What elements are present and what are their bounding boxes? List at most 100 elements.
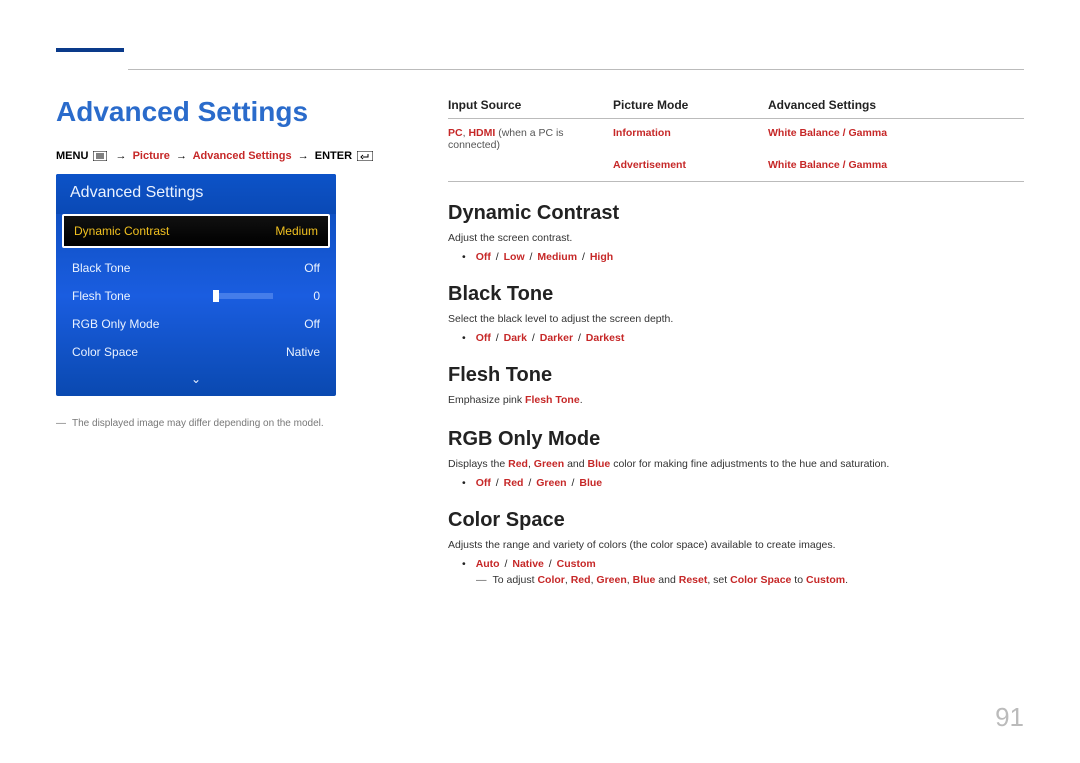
path-advanced: Advanced Settings xyxy=(193,150,292,162)
menu-icon xyxy=(93,151,107,161)
tv-item-label: RGB Only Mode xyxy=(72,317,159,331)
text-wb-gamma: White Balance / Gamma xyxy=(768,127,887,139)
section-flesh-tone: Flesh Tone Emphasize pink Flesh Tone. xyxy=(448,364,1024,409)
section-heading: Flesh Tone xyxy=(448,364,1024,387)
tv-item-label: Flesh Tone xyxy=(72,289,130,303)
text: , set xyxy=(707,574,730,586)
opt: Darkest xyxy=(586,332,625,344)
section-heading: Color Space xyxy=(448,509,1024,532)
divider xyxy=(448,181,1024,182)
tv-item-label: Color Space xyxy=(72,345,138,359)
opt: High xyxy=(590,251,613,263)
text: to xyxy=(791,574,806,586)
text-red: Blue xyxy=(588,458,611,470)
text-advertisement: Advertisement xyxy=(613,159,686,171)
arrow-icon: → xyxy=(116,150,127,162)
tv-menu-item-black-tone[interactable]: Black Tone Off xyxy=(56,254,336,282)
tv-item-value: Medium xyxy=(275,224,318,238)
tv-item-label: Dynamic Contrast xyxy=(74,224,169,238)
section-heading: Black Tone xyxy=(448,283,1024,306)
tv-item-value: Off xyxy=(304,317,320,331)
right-column: Input Source Picture Mode Advanced Setti… xyxy=(448,98,1024,586)
section-heading: RGB Only Mode xyxy=(448,428,1024,451)
footnote-label: The displayed image may differ depending… xyxy=(72,418,324,429)
footnote-text: ―The displayed image may differ dependin… xyxy=(56,418,416,429)
opt: Dark xyxy=(504,332,527,344)
text-hdmi: HDMI xyxy=(468,127,495,139)
note-text: ―To adjust Color, Red, Green, Blue and R… xyxy=(448,574,1024,586)
cell-empty xyxy=(448,151,613,171)
col-header-input-source: Input Source xyxy=(448,98,613,118)
opt: Off xyxy=(476,332,491,344)
chapter-marker xyxy=(56,48,124,52)
col-header-advanced-settings: Advanced Settings xyxy=(768,98,1024,118)
text-red: Flesh Tone xyxy=(525,394,580,406)
text-information: Information xyxy=(613,127,671,139)
opt: Off xyxy=(476,477,491,489)
section-desc: Emphasize pink Flesh Tone. xyxy=(448,393,1024,409)
option-list: Off / Low / Medium / High xyxy=(448,251,1024,263)
section-desc: Select the black level to adjust the scr… xyxy=(448,312,1024,328)
info-table: Input Source Picture Mode Advanced Setti… xyxy=(448,98,1024,182)
text-red: Custom xyxy=(806,574,845,586)
opt: Off xyxy=(476,251,491,263)
section-heading: Dynamic Contrast xyxy=(448,202,1024,225)
opt: Auto xyxy=(476,558,500,570)
section-desc: Displays the Red, Green and Blue color f… xyxy=(448,457,1024,473)
text-wb-gamma-2: White Balance / Gamma xyxy=(768,159,887,171)
tv-item-value: Native xyxy=(286,345,320,359)
text-red: Green xyxy=(534,458,564,470)
opt: Native xyxy=(512,558,544,570)
opt: Custom xyxy=(557,558,596,570)
text-red: Red xyxy=(508,458,528,470)
section-desc: Adjusts the range and variety of colors … xyxy=(448,538,1024,554)
cell-picture-mode-2: Advertisement xyxy=(613,151,768,171)
section-black-tone: Black Tone Select the black level to adj… xyxy=(448,283,1024,344)
chevron-down-icon: ⌄ xyxy=(191,372,201,386)
tv-menu-title: Advanced Settings xyxy=(56,174,336,214)
cell-advanced-settings-2: White Balance / Gamma xyxy=(768,151,1024,171)
slider-icon xyxy=(215,293,273,299)
cell-advanced-settings: White Balance / Gamma xyxy=(768,119,1024,151)
text: . xyxy=(845,574,848,586)
path-menu: MENU xyxy=(56,150,88,162)
section-color-space: Color Space Adjusts the range and variet… xyxy=(448,509,1024,586)
text: To adjust xyxy=(493,574,538,586)
tv-item-value: 0 xyxy=(313,289,320,303)
tv-menu-more[interactable]: ⌄ xyxy=(56,366,336,396)
text: and xyxy=(564,458,587,470)
opt: Medium xyxy=(537,251,577,263)
section-desc: Adjust the screen contrast. xyxy=(448,231,1024,247)
tv-menu-item-dynamic-contrast[interactable]: Dynamic Contrast Medium xyxy=(62,214,330,248)
text: Displays the xyxy=(448,458,508,470)
opt: Green xyxy=(536,477,566,489)
cell-input-source: PC, HDMI (when a PC is connected) xyxy=(448,119,613,151)
tv-menu-item-rgb-only-mode[interactable]: RGB Only Mode Off xyxy=(56,310,336,338)
text-red: Green xyxy=(596,574,626,586)
text: and xyxy=(655,574,678,586)
tv-menu-item-color-space[interactable]: Color Space Native xyxy=(56,338,336,366)
arrow-icon: → xyxy=(298,150,309,162)
page-title: Advanced Settings xyxy=(56,96,416,128)
opt: Low xyxy=(504,251,525,263)
option-list: Off / Red / Green / Blue xyxy=(448,477,1024,489)
text-red: Color xyxy=(537,574,564,586)
path-picture: Picture xyxy=(133,150,170,162)
opt: Red xyxy=(504,477,524,489)
opt: Darker xyxy=(540,332,573,344)
tv-menu-item-flesh-tone[interactable]: Flesh Tone 0 xyxy=(56,282,336,310)
page-number: 91 xyxy=(995,702,1024,733)
tv-item-label: Black Tone xyxy=(72,261,130,275)
top-rule xyxy=(128,69,1024,70)
text-red: Color Space xyxy=(730,574,791,586)
tv-item-value: Off xyxy=(304,261,320,275)
left-column: Advanced Settings MENU → Picture → Advan… xyxy=(56,96,416,429)
breadcrumb: MENU → Picture → Advanced Settings → ENT… xyxy=(56,150,416,162)
arrow-icon: → xyxy=(176,150,187,162)
path-enter: ENTER xyxy=(315,150,352,162)
text-red: Reset xyxy=(679,574,708,586)
cell-picture-mode: Information xyxy=(613,119,768,151)
opt: Blue xyxy=(579,477,602,489)
section-rgb-only-mode: RGB Only Mode Displays the Red, Green an… xyxy=(448,428,1024,489)
text: . xyxy=(580,394,583,406)
